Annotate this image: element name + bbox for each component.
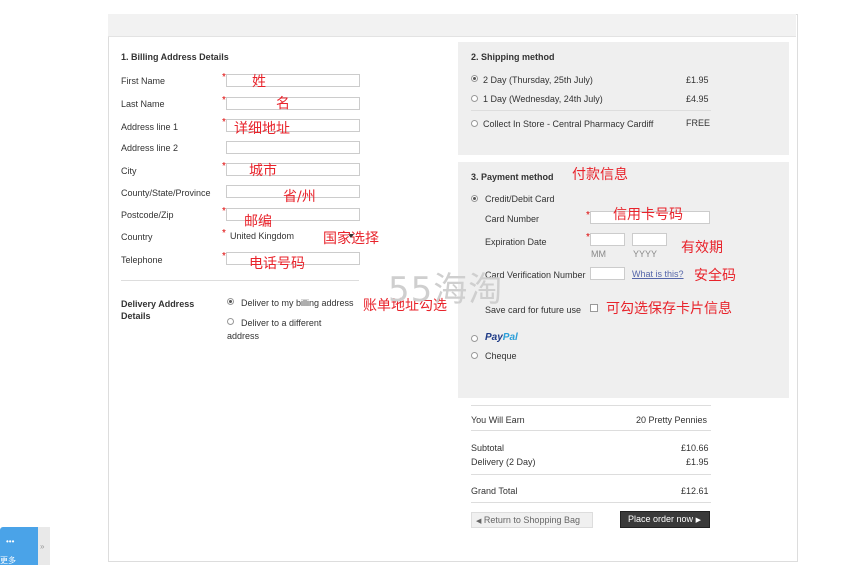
grand-total-value: £12.61 bbox=[681, 486, 709, 496]
divider bbox=[471, 405, 711, 406]
earn-label: You Will Earn bbox=[471, 415, 525, 425]
dots-icon: ••• bbox=[6, 537, 15, 546]
shipping-2day-price: £1.95 bbox=[686, 75, 709, 85]
postcode-label: Postcode/Zip bbox=[121, 210, 174, 220]
deliver-different-radio[interactable] bbox=[227, 318, 234, 325]
floating-widget[interactable]: ••• 更多 » bbox=[0, 527, 50, 565]
shipping-collect-label[interactable]: Collect In Store - Central Pharmacy Card… bbox=[483, 119, 653, 129]
expiry-month-hint: MM bbox=[591, 249, 606, 259]
chevron-right-icon: » bbox=[40, 542, 45, 551]
cvn-input[interactable] bbox=[590, 267, 625, 280]
delivery-cost-value: £1.95 bbox=[686, 457, 709, 467]
last-name-input[interactable] bbox=[226, 97, 360, 110]
save-card-checkbox[interactable] bbox=[590, 304, 598, 312]
deliver-billing-radio[interactable] bbox=[227, 298, 234, 305]
card-number-label: Card Number bbox=[485, 214, 540, 224]
chevron-right-icon: ▶ bbox=[695, 517, 701, 524]
last-name-annotation: 名 bbox=[276, 96, 290, 112]
divider bbox=[471, 474, 711, 475]
place-order-label: Place order now bbox=[628, 514, 694, 524]
deliver-billing-label[interactable]: Deliver to my billing address bbox=[241, 298, 354, 308]
county-annotation: 省/州 bbox=[283, 189, 316, 205]
widget-label: 更多 bbox=[0, 556, 16, 565]
expiry-month-input[interactable] bbox=[590, 233, 625, 246]
paypal-logo[interactable]: PayPal bbox=[485, 332, 518, 343]
deliver-different-label-cont: address bbox=[227, 331, 260, 341]
paypal-radio[interactable] bbox=[471, 335, 478, 342]
shipping-1day-price: £4.95 bbox=[686, 94, 709, 104]
shipping-2day-radio[interactable] bbox=[471, 75, 478, 82]
chevron-left-icon: ◀ bbox=[476, 518, 482, 525]
widget-expand-tab[interactable]: » bbox=[38, 527, 50, 565]
watermark: 55海淘 bbox=[388, 270, 504, 310]
cvn-annotation: 安全码 bbox=[694, 268, 736, 284]
country-label: Country bbox=[121, 232, 153, 242]
widget-panel[interactable]: ••• 更多 bbox=[0, 527, 38, 565]
paypal-logo-pay: Pay bbox=[485, 332, 503, 343]
divider bbox=[121, 280, 359, 281]
telephone-annotation: 电话号码 bbox=[249, 256, 305, 272]
shipping-collect-radio[interactable] bbox=[471, 120, 478, 127]
shipping-1day-radio[interactable] bbox=[471, 95, 478, 102]
grand-total-label: Grand Total bbox=[471, 486, 518, 496]
first-name-label: First Name bbox=[121, 76, 166, 86]
payment-section-title: 3. Payment method bbox=[471, 172, 554, 182]
postcode-annotation: 邮编 bbox=[244, 214, 272, 230]
first-name-annotation: 姓 bbox=[252, 74, 266, 90]
payment-annotation: 付款信息 bbox=[572, 167, 628, 183]
address-line-1-label: Address line 1 bbox=[121, 122, 179, 132]
card-number-annotation: 信用卡号码 bbox=[613, 207, 683, 223]
divider bbox=[471, 110, 711, 111]
address-line-1-annotation: 详细地址 bbox=[234, 121, 290, 137]
subtotal-value: £10.66 bbox=[681, 443, 709, 453]
save-card-annotation: 可勾选保存卡片信息 bbox=[606, 301, 732, 317]
expiration-date-label: Expiration Date bbox=[485, 237, 547, 247]
checkout-header-bar bbox=[108, 14, 796, 37]
first-name-input[interactable] bbox=[226, 74, 360, 87]
city-label: City bbox=[121, 166, 137, 176]
last-name-label: Last Name bbox=[121, 99, 165, 109]
return-to-bag-button[interactable]: ◀ Return to Shopping Bag bbox=[471, 512, 593, 528]
earn-value: 20 Pretty Pennies bbox=[636, 415, 708, 425]
telephone-label: Telephone bbox=[121, 255, 163, 265]
paypal-logo-pal: Pal bbox=[502, 332, 518, 343]
expiry-year-hint: YYYY bbox=[633, 249, 658, 259]
country-select-value: United Kingdom bbox=[230, 231, 295, 241]
delivery-section-title: Delivery Address Details bbox=[121, 299, 195, 321]
credit-card-label[interactable]: Credit/Debit Card bbox=[485, 194, 555, 204]
place-order-button[interactable]: Place order now ▶ bbox=[620, 511, 710, 528]
subtotal-label: Subtotal bbox=[471, 443, 505, 453]
cheque-label[interactable]: Cheque bbox=[485, 351, 517, 361]
billing-section-title: 1. Billing Address Details bbox=[121, 52, 229, 62]
country-annotation: 国家选择 bbox=[323, 231, 379, 247]
shipping-1day-label[interactable]: 1 Day (Wednesday, 24th July) bbox=[483, 94, 603, 104]
shipping-2day-label[interactable]: 2 Day (Thursday, 25th July) bbox=[483, 75, 593, 85]
cvn-help-link[interactable]: What is this? bbox=[632, 269, 684, 279]
expiry-year-input[interactable] bbox=[632, 233, 667, 246]
expiry-annotation: 有效期 bbox=[681, 240, 723, 256]
shipping-collect-price: FREE bbox=[686, 118, 711, 128]
county-label: County/State/Province bbox=[121, 188, 211, 198]
address-line-2-label: Address line 2 bbox=[121, 143, 179, 153]
cheque-radio[interactable] bbox=[471, 352, 478, 359]
divider bbox=[471, 502, 711, 503]
city-annotation: 城市 bbox=[249, 163, 277, 179]
return-to-bag-label: Return to Shopping Bag bbox=[483, 515, 580, 525]
address-line-2-input[interactable] bbox=[226, 141, 360, 154]
shipping-section-title: 2. Shipping method bbox=[471, 52, 555, 62]
divider bbox=[471, 430, 711, 431]
credit-card-radio[interactable] bbox=[471, 195, 478, 202]
deliver-different-label[interactable]: Deliver to a different bbox=[241, 318, 321, 328]
delivery-cost-label: Delivery (2 Day) bbox=[471, 457, 536, 467]
city-input[interactable] bbox=[226, 163, 360, 176]
